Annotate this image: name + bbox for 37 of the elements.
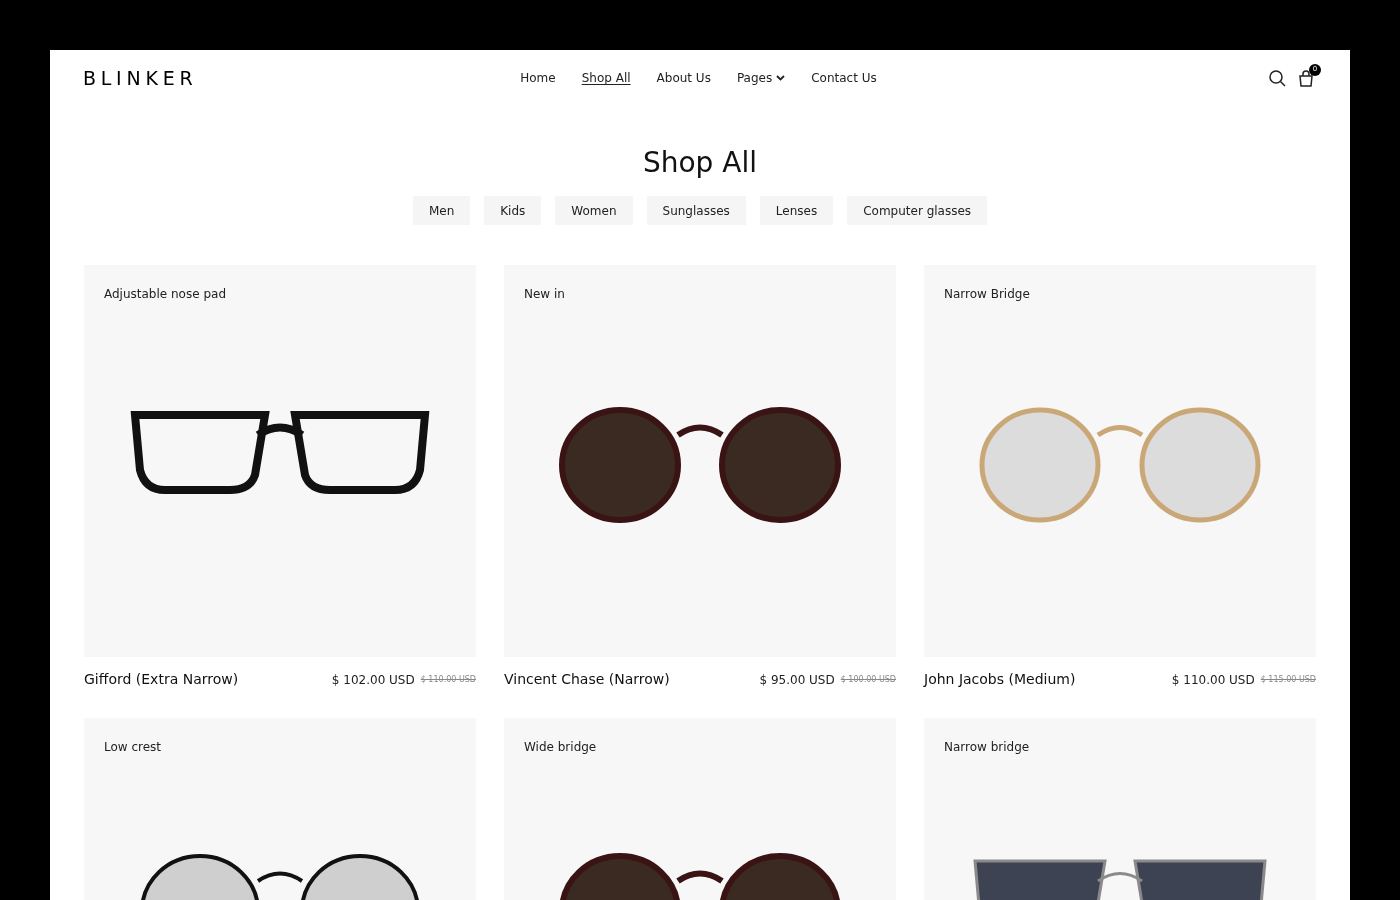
product-name[interactable]: Vincent Chase (Narrow) — [504, 669, 670, 690]
filter-chip[interactable]: Men — [412, 196, 471, 225]
nav-link[interactable]: Shop All — [581, 69, 631, 87]
product-name[interactable]: Gifford (Extra Narrow) — [84, 669, 239, 690]
search-icon[interactable] — [1269, 69, 1286, 87]
filter-chip[interactable]: Computer glasses — [847, 196, 988, 225]
original-price: $ 100.00 USD — [840, 673, 896, 686]
original-price: $ 115.00 USD — [1260, 673, 1316, 686]
logo[interactable]: BLINKER — [83, 63, 223, 93]
product-price: $ 102.00 USD — [331, 671, 415, 689]
product-tag: Wide bridge — [504, 718, 896, 756]
product-tag: Narrow bridge — [924, 718, 1316, 756]
product-tag: Adjustable nose pad — [84, 265, 476, 303]
filter-chip[interactable]: Lenses — [759, 196, 834, 225]
nav-link[interactable]: Pages — [736, 69, 786, 87]
filter-chip[interactable]: Women — [555, 196, 633, 225]
chevron-down-icon — [776, 75, 786, 81]
product-price: $ 110.00 USD — [1171, 671, 1255, 689]
product-tag: Low crest — [84, 718, 476, 756]
nav-link[interactable]: Contact Us — [811, 69, 877, 87]
product-tag: Narrow Bridge — [924, 265, 1316, 303]
page-title: Shop All — [641, 145, 758, 181]
original-price: $ 110.00 USD — [420, 673, 476, 686]
product-card[interactable]: Adjustable nose pad — [84, 265, 476, 657]
product-name[interactable]: John Jacobs (Medium) — [924, 669, 1076, 690]
product-card[interactable]: Narrow bridge — [924, 718, 1316, 900]
product-card[interactable]: Low crest — [84, 718, 476, 900]
filter-chip[interactable]: Kids — [484, 196, 542, 225]
nav-link[interactable]: Home — [520, 69, 556, 87]
product-card[interactable]: New in — [504, 265, 896, 657]
shopping-bag-icon[interactable] — [1298, 69, 1314, 87]
filter-chip[interactable]: Sunglasses — [646, 196, 746, 225]
product-card[interactable]: Narrow Bridge — [924, 265, 1316, 657]
product-card[interactable]: Wide bridge — [504, 718, 896, 900]
nav-link[interactable]: About Us — [656, 69, 711, 87]
product-price: $ 95.00 USD — [759, 671, 835, 689]
product-tag: New in — [504, 265, 896, 303]
